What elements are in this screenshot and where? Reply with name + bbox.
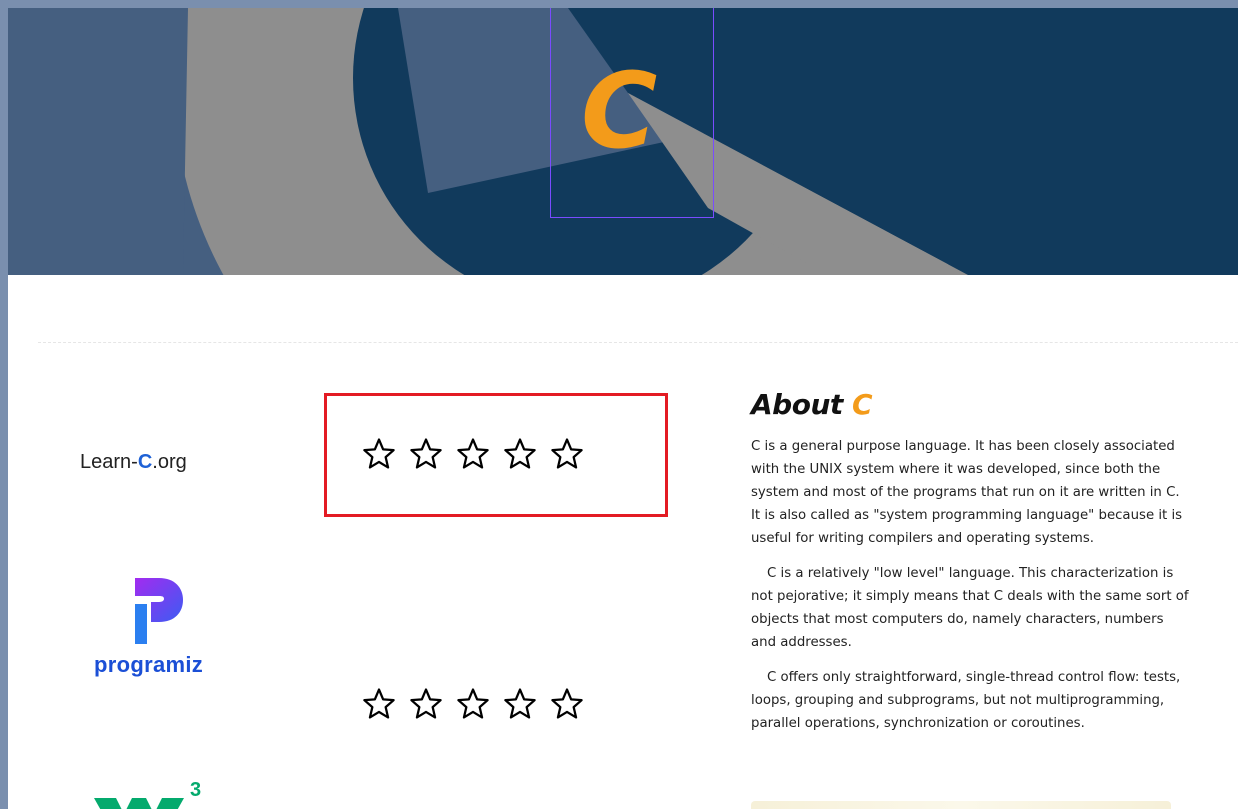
about-heading-prefix: About [751, 388, 843, 421]
c-logo: C [550, 8, 714, 218]
rating-stars-learn-c [362, 437, 584, 471]
w3schools-logo[interactable]: 3 [94, 779, 224, 809]
star-outline-icon[interactable] [362, 687, 396, 721]
c-logo-letter: C [581, 50, 658, 172]
learn-c-logo-prefix: Learn- [80, 451, 138, 473]
star-outline-icon[interactable] [503, 437, 537, 471]
about-heading-accent: C [852, 388, 873, 421]
star-outline-icon[interactable] [456, 437, 490, 471]
star-outline-icon[interactable] [503, 687, 537, 721]
section-divider [38, 342, 1238, 343]
programiz-logo[interactable]: programiz [94, 578, 224, 678]
about-heading: About C [751, 388, 1191, 421]
star-outline-icon[interactable] [550, 437, 584, 471]
hero-banner: C [8, 8, 1238, 275]
page: C Learn-C.org programiz 3 About C C is a… [8, 8, 1238, 809]
star-outline-icon[interactable] [550, 687, 584, 721]
learn-c-logo-suffix: .org [152, 451, 187, 473]
star-outline-icon[interactable] [456, 687, 490, 721]
star-outline-icon[interactable] [409, 687, 443, 721]
rating-stars-programiz [362, 687, 584, 721]
svg-text:3: 3 [190, 780, 201, 801]
learn-c-logo[interactable]: Learn-C.org [80, 451, 187, 474]
about-paragraph: C is a relatively "low level" language. … [751, 566, 1189, 650]
about-paragraph: C is a general purpose language. It has … [751, 439, 1183, 546]
about-next-line-faded [751, 801, 1171, 809]
about-section: About C C is a general purpose language.… [751, 388, 1191, 747]
w3schools-w3-icon: 3 [94, 779, 201, 809]
learn-c-logo-mark: C [137, 451, 153, 473]
programiz-p-icon [135, 578, 183, 644]
about-paragraph: C offers only straightforward, single-th… [751, 670, 1181, 731]
star-outline-icon[interactable] [362, 437, 396, 471]
star-outline-icon[interactable] [409, 437, 443, 471]
programiz-wordmark: programiz [94, 652, 204, 677]
